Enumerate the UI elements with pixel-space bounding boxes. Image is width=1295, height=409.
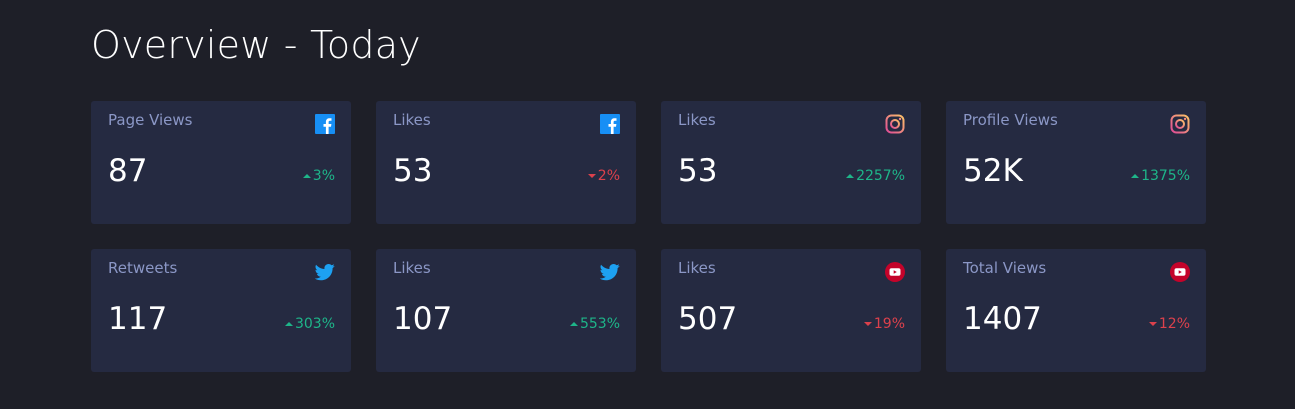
stat-card-label: Likes (678, 259, 716, 277)
stat-card-change: 19% (863, 315, 905, 333)
instagram-icon (885, 114, 905, 134)
twitter-icon (600, 264, 620, 281)
stat-card-facebook-likes[interactable]: Likes 53 2% (376, 101, 636, 224)
stat-card-value: 53 (678, 153, 718, 189)
stat-card-change-value: 553% (579, 316, 620, 332)
stat-card-label: Profile Views (963, 111, 1058, 129)
arrow-up-icon (284, 322, 293, 326)
arrow-down-icon (587, 174, 596, 178)
stat-card-value: 1407 (963, 301, 1042, 337)
stat-card-change-value: 2257% (856, 168, 905, 184)
stat-card-change-value: 1375% (1141, 168, 1190, 184)
stat-card-change-value: 3% (312, 168, 335, 184)
arrow-down-icon (863, 322, 872, 326)
stat-card-youtube-likes[interactable]: Likes 507 19% (661, 249, 921, 372)
instagram-icon (1170, 114, 1190, 134)
stat-card-label: Retweets (108, 259, 178, 277)
stat-card-value: 117 (108, 301, 168, 337)
stat-card-label: Likes (393, 111, 431, 129)
stat-card-value: 52K (963, 153, 1023, 189)
stat-card-change-value: 12% (1158, 316, 1190, 332)
stat-card-change: 2% (587, 167, 620, 185)
stat-card-label: Total Views (963, 259, 1047, 277)
arrow-up-icon (846, 174, 855, 178)
stat-card-twitter-likes[interactable]: Likes 107 553% (376, 249, 636, 372)
stat-card-change-value: 2% (597, 168, 620, 184)
stat-card-value: 87 (108, 153, 148, 189)
stat-card-instagram-profile-views[interactable]: Profile Views 52K 1375% (946, 101, 1206, 224)
arrow-up-icon (569, 322, 578, 326)
stat-card-change-value: 303% (294, 316, 335, 332)
page-title: Overview - Today (91, 23, 421, 67)
arrow-up-icon (302, 174, 311, 178)
stat-card-change: 3% (302, 167, 335, 185)
stat-card-change: 303% (284, 315, 335, 333)
twitter-icon (315, 264, 335, 281)
stat-card-label: Page Views (108, 111, 193, 129)
stat-card-change: 2257% (846, 167, 905, 185)
facebook-icon (315, 114, 335, 134)
stat-card-change: 553% (569, 315, 620, 333)
stat-card-instagram-likes[interactable]: Likes 53 2257% (661, 101, 921, 224)
stat-card-change-value: 19% (873, 316, 905, 332)
stat-card-value: 53 (393, 153, 433, 189)
stat-card-value: 107 (393, 301, 453, 337)
overview-page: Overview - Today Page Views 87 3% Likes … (0, 0, 1295, 409)
arrow-up-icon (1131, 174, 1140, 178)
stat-card-facebook-page-views[interactable]: Page Views 87 3% (91, 101, 351, 224)
youtube-icon (1170, 262, 1190, 282)
stat-card-change: 12% (1148, 315, 1190, 333)
stat-card-change: 1375% (1131, 167, 1190, 185)
overview-grid: Page Views 87 3% Likes 53 2% Likes 53 22… (91, 101, 1206, 372)
facebook-icon (600, 114, 620, 134)
stat-card-twitter-retweets[interactable]: Retweets 117 303% (91, 249, 351, 372)
youtube-icon (885, 262, 905, 282)
stat-card-label: Likes (678, 111, 716, 129)
stat-card-youtube-total-views[interactable]: Total Views 1407 12% (946, 249, 1206, 372)
arrow-down-icon (1148, 322, 1157, 326)
stat-card-label: Likes (393, 259, 431, 277)
stat-card-value: 507 (678, 301, 738, 337)
